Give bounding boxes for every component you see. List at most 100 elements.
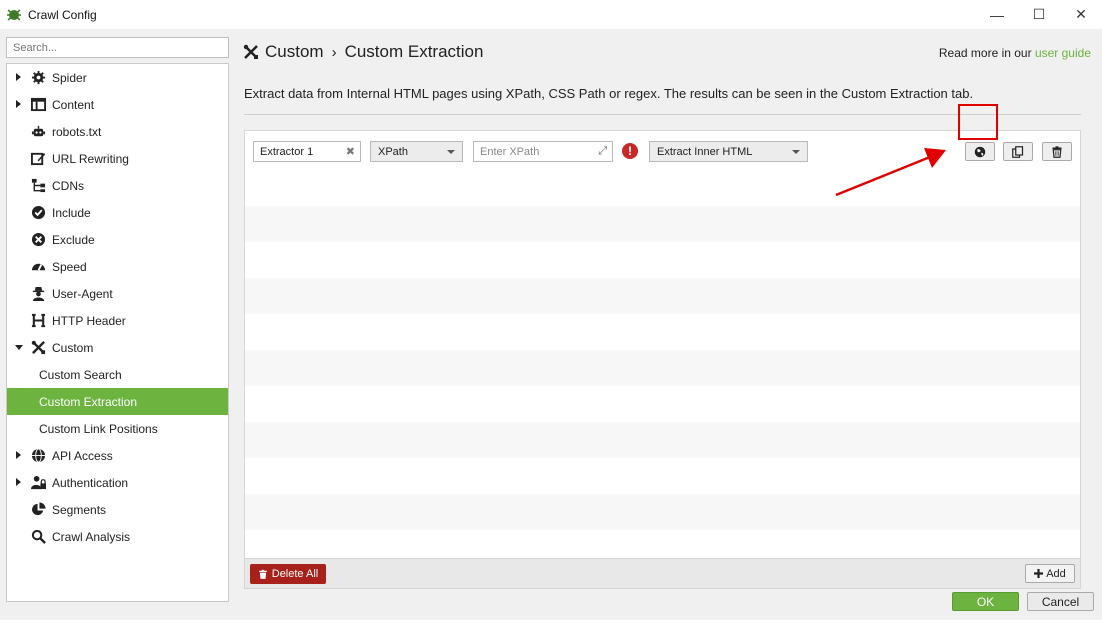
empty-row [245,170,1080,206]
robot-icon [31,125,46,137]
window-title: Crawl Config [28,7,97,22]
delete-extractor-button[interactable] [1042,142,1072,161]
empty-row [245,494,1080,530]
sidebar-item-authentication[interactable]: Authentication [7,469,228,496]
divider [244,114,1081,115]
globe-icon [31,448,46,463]
content-icon [31,97,46,112]
sidebar-item-user-agent[interactable]: User-Agent [7,280,228,307]
minimize-button[interactable]: — [976,0,1018,29]
sidebar-item-crawl-analysis[interactable]: Crawl Analysis [7,523,228,550]
chevron-down-icon [447,150,455,154]
sidebar-item-label: Segments [52,502,107,517]
sidebar-item-custom[interactable]: Custom [7,334,228,361]
extractor-type-select[interactable]: XPath [370,141,463,162]
check-circle-icon [31,205,46,220]
xpath-input[interactable]: Enter XPath ⤢ [473,141,613,162]
title-bar: Crawl Config — ☐ ✕ [0,0,1102,29]
empty-row [245,350,1080,386]
sidebar-search-input[interactable] [6,37,229,58]
expand-arrow-icon[interactable] [16,73,21,81]
gauge-icon [31,263,46,271]
spider-logo-icon [7,8,21,21]
trash-icon [1052,145,1062,158]
sidebar-item-label: Custom Link Positions [39,421,158,436]
pie-chart-icon [32,502,46,516]
sidebar-item-label: Exclude [52,232,95,247]
page-title: Custom Extraction [344,42,484,61]
close-button[interactable]: ✕ [1060,0,1102,29]
xpath-placeholder: Enter XPath [480,145,540,158]
sidebar-item-label: URL Rewriting [52,151,129,166]
sidebar-item-robots[interactable]: robots.txt [7,118,228,145]
sidebar-item-label: User-Agent [52,286,113,301]
breadcrumb: Custom › Custom Extraction [243,42,483,62]
add-extractor-button[interactable]: Add [1025,564,1075,583]
sidebar-tree: Spider Content robots.txt URL Rewriting … [6,63,229,602]
expand-arrow-icon[interactable] [16,100,21,108]
annotation-highlight-box [958,104,998,140]
test-in-browser-button[interactable] [965,142,995,161]
gear-icon [31,70,46,85]
sidebar-item-exclude[interactable]: Exclude [7,226,228,253]
sidebar-item-label: Content [52,97,95,112]
user-lock-icon [31,475,46,490]
description: Extract data from Internal HTML pages us… [244,86,974,101]
sidebar-item-custom-search[interactable]: Custom Search [7,361,228,388]
sidebar-item-custom-link-positions[interactable]: Custom Link Positions [7,415,228,442]
sitemap-icon [31,178,46,193]
sidebar-item-segments[interactable]: Segments [7,496,228,523]
extractor-name-field[interactable]: Extractor 1 ✖ [253,141,361,162]
sidebar-item-api-access[interactable]: API Access [7,442,228,469]
extractor-row: Extractor 1 ✖ XPath Enter XPath ⤢ ! Extr… [245,131,1080,170]
tools-icon [243,44,258,59]
user-guide-link[interactable]: user guide [1035,46,1091,60]
sidebar-item-label: CDNs [52,178,84,193]
sidebar-item-label: Custom [52,340,94,355]
extractor-name-value: Extractor 1 [260,145,314,158]
sidebar-item-spider[interactable]: Spider [7,64,228,91]
sidebar-item-custom-extraction[interactable]: Custom Extraction [7,388,228,415]
sidebar-item-http-header[interactable]: HTTP Header [7,307,228,334]
sidebar-item-cdns[interactable]: CDNs [7,172,228,199]
sidebar-item-label: Crawl Analysis [52,529,131,544]
collapse-arrow-icon[interactable] [15,345,23,350]
sidebar-item-speed[interactable]: Speed [7,253,228,280]
sidebar-item-label: Authentication [52,475,129,490]
trash-icon [259,569,267,579]
sidebar-item-url-rewriting[interactable]: URL Rewriting [7,145,228,172]
sidebar-item-content[interactable]: Content [7,91,228,118]
breadcrumb-parent: Custom [265,42,324,61]
edit-icon [31,152,46,166]
empty-row [245,386,1080,422]
sidebar-item-label: Speed [52,259,87,274]
delete-all-button[interactable]: Delete All [250,564,326,584]
ok-button[interactable]: OK [952,592,1019,611]
cancel-button[interactable]: Cancel [1027,592,1094,611]
expand-arrow-icon[interactable] [16,451,21,459]
extract-mode-value: Extract Inner HTML [657,145,753,158]
expand-icon[interactable]: ⤢ [598,145,607,158]
delete-all-label: Delete All [271,568,319,580]
breadcrumb-separator: › [331,43,337,61]
dialog-body: Spider Content robots.txt URL Rewriting … [0,29,1102,620]
maximize-button[interactable]: ☐ [1018,0,1060,29]
extractor-type-value: XPath [378,145,408,158]
sidebar-item-label: Spider [52,70,87,85]
empty-row [245,458,1080,494]
empty-row [245,530,1080,558]
sidebar-item-label: Include [52,205,91,220]
sidebar-item-label: HTTP Header [52,313,126,328]
read-more-label: Read more in our [938,46,1032,60]
clear-icon[interactable]: ✖ [346,145,355,158]
empty-row [245,314,1080,350]
header-icon [31,313,46,328]
plus-icon [1034,569,1044,578]
read-more-text: Read more in our user guide [939,46,1091,60]
duplicate-button[interactable] [1003,142,1033,161]
extractor-list-footer: Delete All Add [244,559,1081,589]
extract-mode-select[interactable]: Extract Inner HTML [649,141,808,162]
empty-row [245,206,1080,242]
expand-arrow-icon[interactable] [16,478,21,486]
sidebar-item-include[interactable]: Include [7,199,228,226]
